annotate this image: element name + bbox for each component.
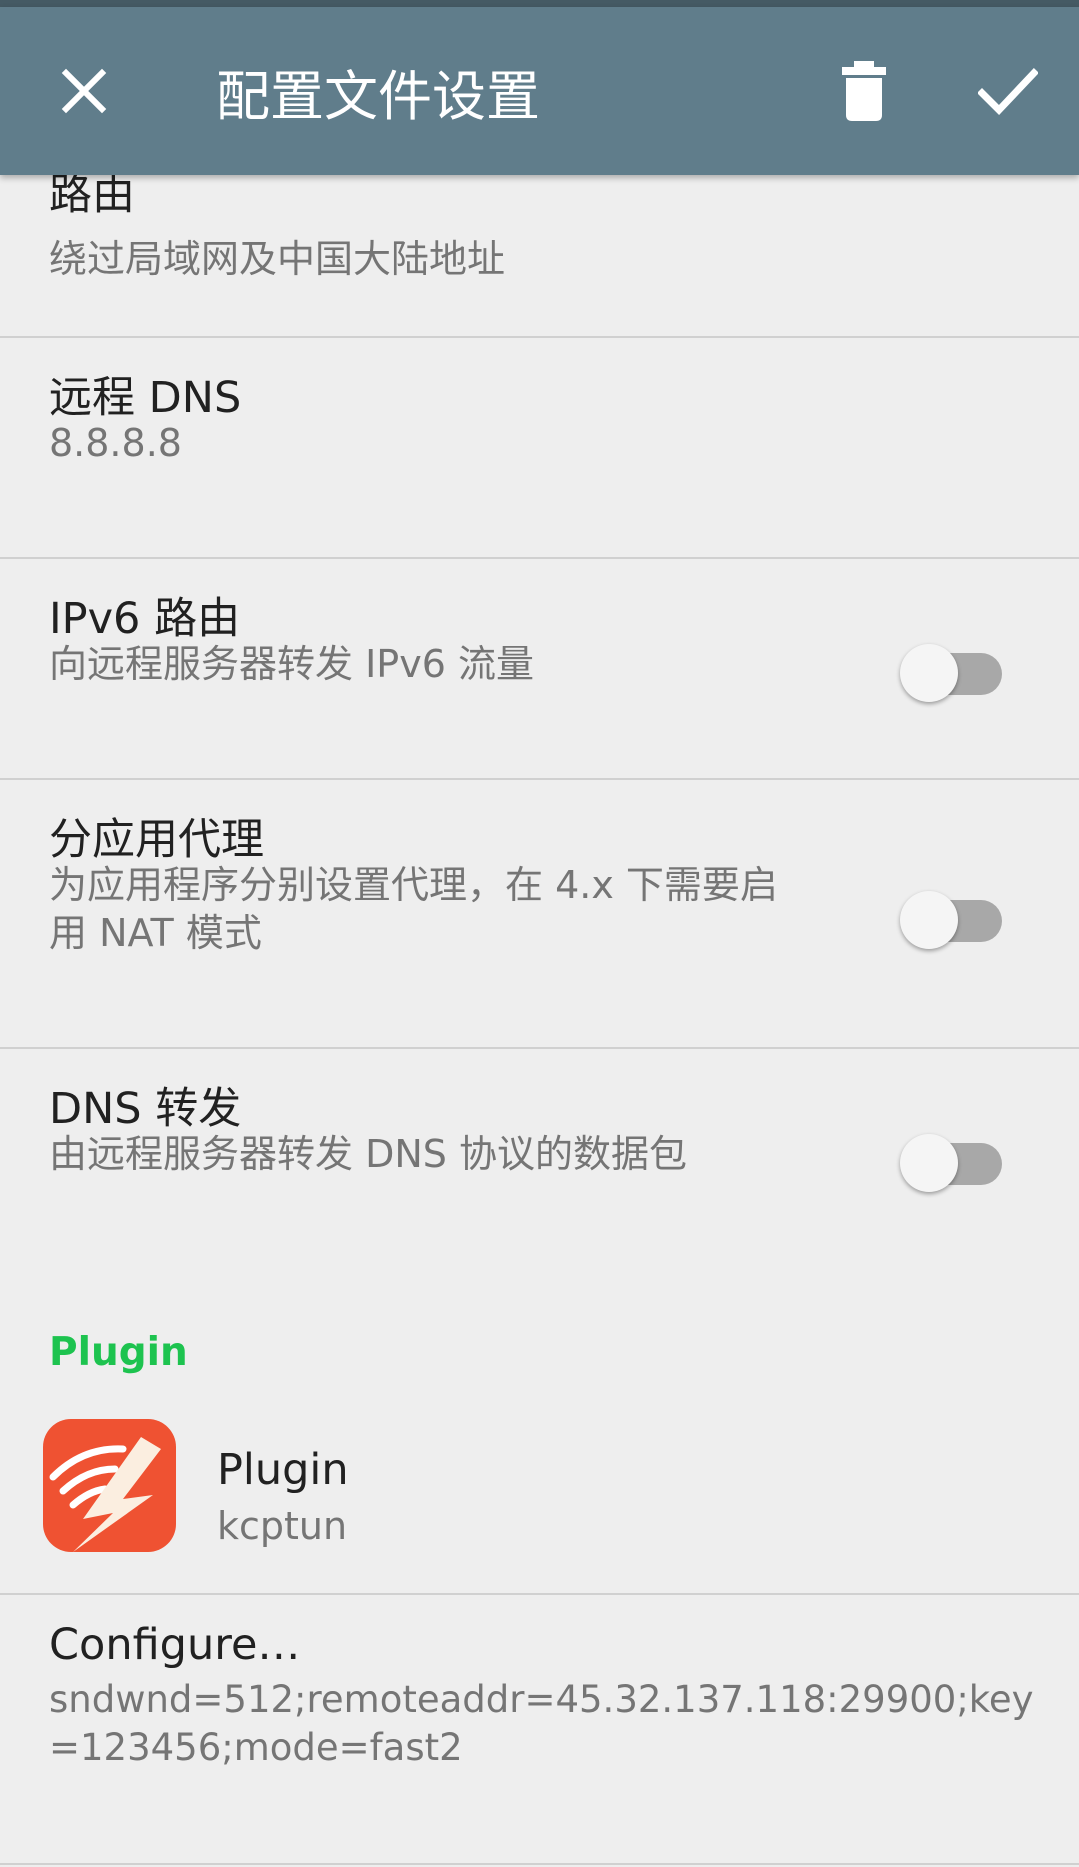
divider (0, 1863, 1079, 1865)
plugin-title: Plugin (217, 1445, 349, 1495)
per-app-proxy-preference[interactable]: 分应用代理 为应用程序分别设置代理，在 4.x 下需要启 用 NAT 模式 (0, 780, 1079, 1048)
configure-preference[interactable]: Configure… sndwnd=512;remoteaddr=45.32.1… (0, 1595, 1079, 1867)
per-app-summary-line1: 为应用程序分别设置代理，在 4.x 下需要启 (49, 863, 778, 907)
configure-summary-line2: =123456;mode=fast2 (49, 1726, 463, 1769)
ipv6-switch[interactable] (900, 638, 1006, 702)
remote-dns-preference[interactable]: 远程 DNS 8.8.8.8 (0, 338, 1079, 558)
confirm-button[interactable] (964, 47, 1052, 135)
status-bar-strip (0, 0, 1079, 7)
dns-forward-preference[interactable]: DNS 转发 由远程服务器转发 DNS 协议的数据包 (0, 1049, 1079, 1269)
plugin-category-header: Plugin (49, 1330, 188, 1375)
page-title: 配置文件设置 (216, 65, 540, 128)
per-app-switch[interactable] (900, 885, 1006, 949)
ipv6-route-preference[interactable]: IPv6 路由 向远程服务器转发 IPv6 流量 (0, 559, 1079, 779)
per-app-title: 分应用代理 (49, 815, 264, 865)
toolbar: 配置文件设置 (0, 7, 1079, 175)
configure-title: Configure… (49, 1620, 301, 1670)
remote-dns-title: 远程 DNS (49, 373, 242, 423)
delete-button[interactable] (820, 47, 908, 135)
configure-summary-line1: sndwnd=512;remoteaddr=45.32.137.118:2990… (49, 1678, 1034, 1721)
route-summary: 绕过局域网及中国大陆地址 (49, 237, 506, 281)
dns-forward-title: DNS 转发 (49, 1084, 242, 1134)
close-icon (61, 68, 107, 114)
route-title: 路由 (49, 175, 135, 220)
plugin-summary: kcptun (217, 1504, 348, 1548)
trash-icon (842, 61, 886, 121)
dns-forward-summary: 由远程服务器转发 DNS 协议的数据包 (49, 1132, 687, 1176)
check-icon (978, 68, 1038, 115)
close-button[interactable] (40, 47, 128, 135)
switch-thumb (900, 1134, 958, 1192)
dns-forward-switch[interactable] (900, 1128, 1006, 1192)
ipv6-title: IPv6 路由 (49, 594, 241, 644)
route-preference[interactable]: 路由 绕过局域网及中国大陆地址 (0, 175, 1079, 337)
switch-thumb (900, 644, 958, 702)
settings-list: 路由 绕过局域网及中国大陆地址 远程 DNS 8.8.8.8 IPv6 路由 向… (0, 175, 1079, 1867)
ipv6-summary: 向远程服务器转发 IPv6 流量 (49, 642, 534, 686)
per-app-summary-line2: 用 NAT 模式 (49, 911, 262, 955)
remote-dns-summary: 8.8.8.8 (49, 421, 182, 465)
switch-thumb (900, 891, 958, 949)
kcptun-logo-icon (43, 1419, 176, 1552)
